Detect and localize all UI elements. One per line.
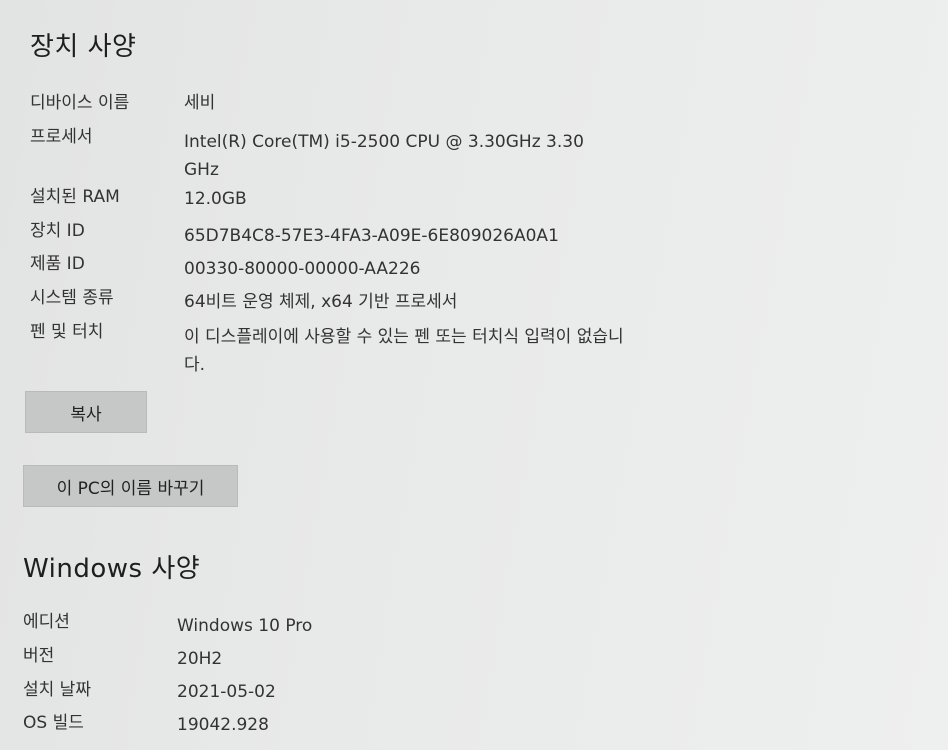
install-date-label: 설치 날짜 xyxy=(23,680,91,700)
ram-label: 설치된 RAM xyxy=(30,187,120,207)
system-type-value: 64비트 운영 체제, x64 기반 프로세서 xyxy=(184,292,458,312)
version-label: 버전 xyxy=(23,646,55,666)
windows-specs-heading: Windows 사양 xyxy=(23,554,201,584)
os-build-value: 19042.928 xyxy=(177,715,269,735)
install-date-value: 2021-05-02 xyxy=(177,682,276,702)
copy-button[interactable]: 복사 xyxy=(25,391,147,433)
device-name-value: 세비 xyxy=(184,93,216,113)
processor-value: Intel(R) Core(TM) i5-2500 CPU @ 3.30GHz … xyxy=(184,132,584,180)
device-id-value: 65D7B4C8-57E3-4FA3-A09E-6E809026A0A1 xyxy=(184,226,559,246)
product-id-label: 제품 ID xyxy=(30,254,85,274)
device-specs-heading: 장치 사양 xyxy=(30,32,137,62)
device-id-label: 장치 ID xyxy=(30,221,85,241)
ram-value: 12.0GB xyxy=(184,189,247,209)
processor-label: 프로세서 xyxy=(30,127,93,147)
device-name-label: 디바이스 이름 xyxy=(30,93,130,113)
version-value: 20H2 xyxy=(177,649,223,669)
product-id-value: 00330-80000-00000-AA226 xyxy=(184,259,421,279)
settings-about-page: 장치 사양 디바이스 이름 세비 프로세서 Intel(R) Core(TM) … xyxy=(0,0,948,750)
edition-label: 에디션 xyxy=(23,612,70,632)
pen-touch-label: 펜 및 터치 xyxy=(30,322,104,342)
os-build-label: OS 빌드 xyxy=(23,713,84,733)
system-type-label: 시스템 종류 xyxy=(30,288,114,308)
edition-value: Windows 10 Pro xyxy=(177,616,313,636)
rename-pc-button[interactable]: 이 PC의 이름 바꾸기 xyxy=(23,465,238,507)
pen-touch-value: 이 디스플레이에 사용할 수 있는 펜 또는 터치식 입력이 없습니다. xyxy=(184,327,624,375)
